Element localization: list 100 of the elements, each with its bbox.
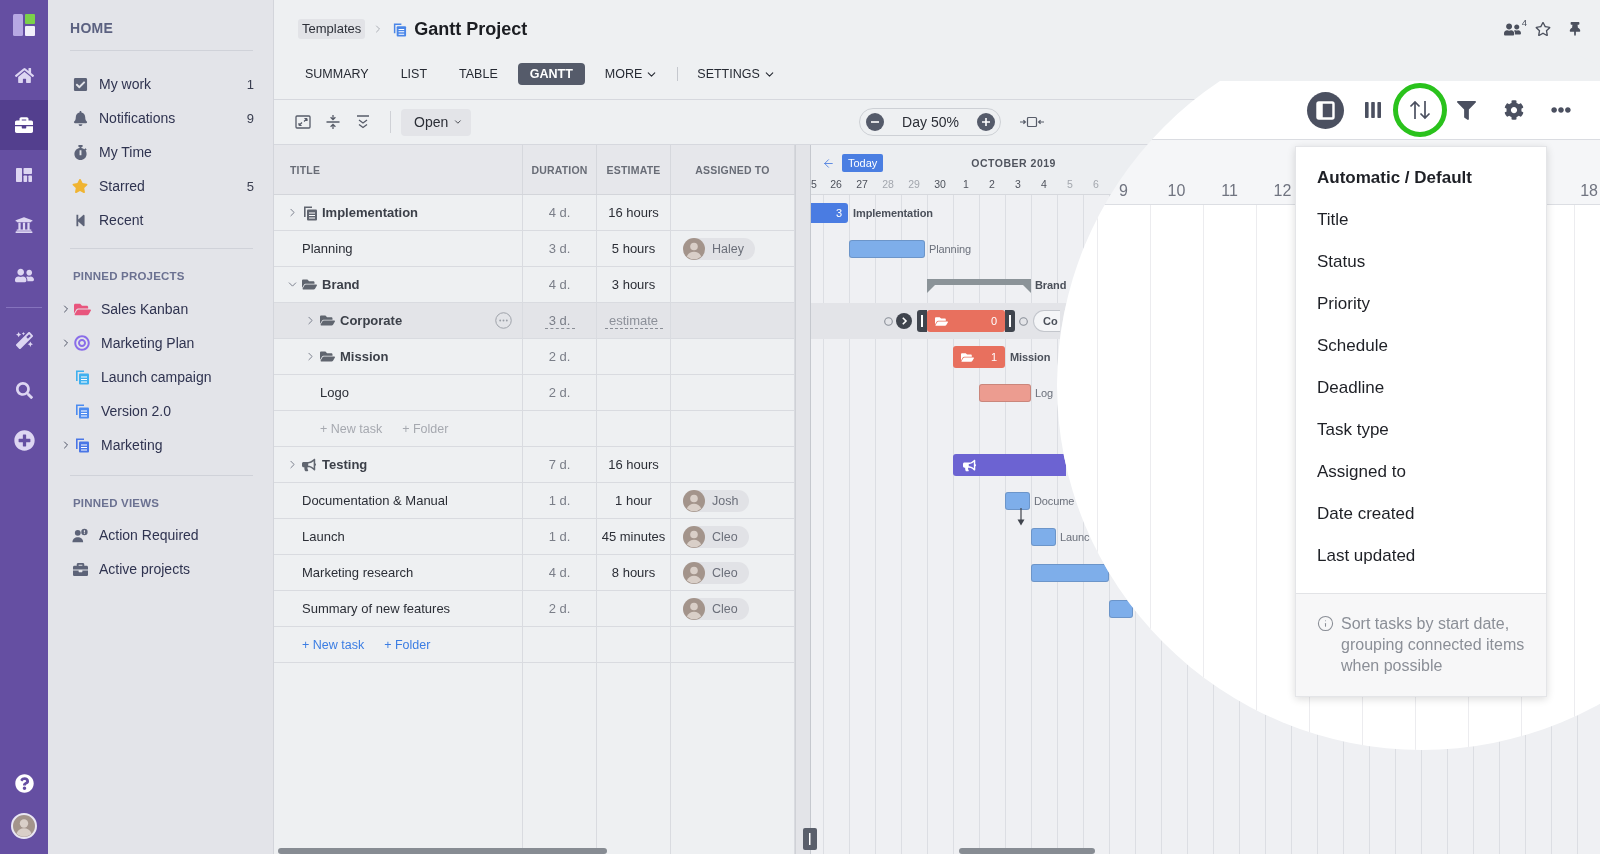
collapse-all-icon[interactable] [355, 114, 371, 130]
task-title: Summary of new features [302, 601, 451, 616]
bar-label: Brand [1035, 278, 1067, 293]
task-row[interactable]: Logo 2 d. [274, 375, 795, 411]
milestone-bar[interactable] [953, 454, 1066, 476]
magic-wand-icon [15, 331, 33, 349]
column-header[interactable]: ESTIMATE [597, 145, 671, 194]
day-label: 5 [811, 178, 818, 190]
column-header[interactable]: TITLE [274, 145, 523, 194]
bell-icon [72, 110, 88, 126]
new-task-link[interactable]: + New task [302, 637, 365, 652]
splitter-handle[interactable] [803, 828, 817, 850]
task-row[interactable]: Mission 2 d. [274, 339, 795, 375]
tab[interactable]: LIST [388, 63, 440, 85]
task-row[interactable]: Marketing research 4 d. 8 hours Cleo [274, 555, 795, 591]
task-row[interactable]: Corporate 3 d. estimate [274, 303, 795, 339]
task-row[interactable]: Planning 3 d. 5 hours Haley [274, 231, 795, 267]
estimate-field[interactable]: estimate [604, 312, 663, 329]
link-dot-icon[interactable] [884, 317, 893, 326]
assignee-name: Cleo [712, 565, 738, 580]
task-title: Brand [322, 277, 360, 292]
sidebar-item[interactable]: Action Required [70, 518, 254, 552]
sidebar-item[interactable]: Marketing [58, 428, 254, 462]
menu-item[interactable]: Last updated [1296, 535, 1546, 577]
panel-toggle-button[interactable] [1307, 91, 1344, 129]
menu-item[interactable]: Deadline [1296, 367, 1546, 409]
zoom-out-icon[interactable] [866, 113, 884, 131]
filter-dropdown[interactable]: Open [401, 108, 471, 136]
sidebar-item[interactable]: Marketing Plan [58, 326, 254, 360]
sidebar-item[interactable]: Launch campaign [58, 360, 254, 394]
menu-item[interactable]: Priority [1296, 283, 1546, 325]
chevron-right-icon[interactable] [896, 313, 912, 329]
task-row[interactable]: Summary of new features 2 d. Cleo [274, 591, 795, 627]
task-title: Documentation & Manual [302, 493, 448, 508]
tab[interactable]: TABLE [447, 63, 510, 85]
scrollbar[interactable] [959, 848, 1095, 854]
collapse-icon[interactable] [325, 114, 341, 130]
avatar-icon [683, 525, 705, 548]
new-folder-link[interactable]: + Folder [384, 637, 431, 652]
duration-cell: 3 d. [523, 231, 597, 266]
menu-item[interactable]: Schedule [1296, 325, 1546, 367]
sidebar-item[interactable]: Version 2.0 [58, 394, 254, 428]
settings-menu[interactable]: SETTINGS [685, 63, 788, 85]
summary-bracket[interactable] [927, 279, 1031, 293]
task-bar[interactable]: 3 [811, 203, 848, 223]
sidebar-item[interactable]: Starred 5 [70, 169, 254, 203]
avatar-icon[interactable] [11, 813, 37, 839]
task-bar[interactable] [1109, 600, 1133, 618]
tab[interactable]: MORE [592, 63, 671, 85]
tab[interactable]: GANTT [517, 63, 585, 85]
menu-item[interactable]: Date created [1296, 493, 1546, 535]
sidebar-item[interactable]: My work 1 [70, 67, 254, 101]
month-label: OCTOBER 2019 [971, 157, 1056, 169]
task-row[interactable]: Documentation & Manual 1 d. 1 hour Josh [274, 483, 795, 519]
task-name-tag[interactable]: Co [1033, 310, 1060, 332]
drag-handle[interactable] [917, 310, 927, 332]
fit-width-icon[interactable] [1020, 116, 1044, 128]
task-row[interactable]: + New task + Folder [274, 627, 795, 663]
sidebar-item[interactable]: Recent [70, 203, 254, 237]
task-row[interactable]: Launch 1 d. 45 minutes Cleo [274, 519, 795, 555]
arrow-left-icon[interactable] [822, 156, 835, 170]
breadcrumb-link[interactable]: Templates [298, 19, 366, 39]
link-dot-icon[interactable] [1019, 317, 1028, 326]
duration-cell: 2 d. [523, 339, 597, 374]
task-row[interactable]: Testing 7 d. 16 hours [274, 447, 795, 483]
zoom-in-icon[interactable] [977, 113, 995, 131]
menu-item[interactable]: Title [1296, 199, 1546, 241]
sidebar-item[interactable]: Notifications 9 [70, 101, 254, 135]
megaphone-icon [302, 457, 316, 472]
estimate-cell: 16 hours [597, 447, 671, 482]
day-label: 12 [1272, 181, 1293, 201]
bank-icon [15, 216, 33, 234]
sidebar-item[interactable]: Active projects [70, 552, 254, 586]
sidebar-item[interactable]: Sales Kanban [58, 292, 254, 326]
tab[interactable]: SUMMARY [293, 63, 381, 85]
estimate-cell: 3 hours [597, 267, 671, 302]
menu-item[interactable]: Automatic / Default [1296, 157, 1546, 199]
day-label: 30 [933, 178, 947, 190]
assignee-name: Cleo [712, 601, 738, 616]
task-title: Corporate [340, 313, 403, 328]
expand-icon[interactable] [295, 114, 311, 130]
column-header[interactable]: DURATION [523, 145, 597, 194]
task-row[interactable]: Implementation 4 d. 16 hours [274, 195, 795, 231]
logo-icon[interactable] [13, 14, 35, 36]
duration-cell: 2 d. [523, 591, 597, 626]
briefcase-button[interactable] [0, 100, 48, 150]
menu-item[interactable]: Assigned to [1296, 451, 1546, 493]
scrollbar[interactable] [278, 848, 607, 854]
menu-item[interactable]: Status [1296, 241, 1546, 283]
drag-handle[interactable] [1005, 310, 1015, 332]
task-title: Mission [340, 349, 389, 364]
search-icon [15, 381, 33, 399]
menu-item[interactable]: Task type [1296, 409, 1546, 451]
sidebar-item[interactable]: My Time [70, 135, 254, 169]
day-label: 9 [1118, 181, 1129, 201]
star-icon[interactable] [1535, 21, 1551, 37]
pin-icon[interactable] [1568, 22, 1582, 36]
today-button[interactable]: Today [842, 154, 884, 172]
task-title: Planning [302, 241, 353, 256]
day-label: 18 [1580, 181, 1598, 201]
